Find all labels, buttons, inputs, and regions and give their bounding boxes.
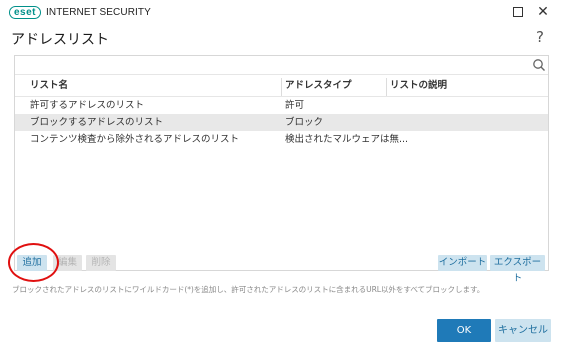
highlight-annotation-circle xyxy=(8,243,59,282)
column-header-list-name[interactable]: リスト名 xyxy=(30,76,68,96)
column-divider[interactable] xyxy=(386,78,387,96)
row-list-name: コンテンツ検査から除外されるアドレスのリスト xyxy=(30,134,240,145)
export-button[interactable]: エクスポート xyxy=(490,255,545,284)
cancel-button[interactable]: キャンセル xyxy=(495,319,551,342)
row-list-name: 許可するアドレスのリスト xyxy=(30,100,145,111)
address-list-panel: リスト名 アドレスタイプ リストの説明 許可するアドレスのリスト 許可 ブロック… xyxy=(14,55,549,271)
table-row[interactable]: 許可するアドレスのリスト 許可 xyxy=(15,97,548,114)
search-icon[interactable] xyxy=(532,58,546,72)
help-icon[interactable]: ? xyxy=(536,28,544,46)
row-address-type: ブロック xyxy=(285,117,324,128)
dialog-title: アドレスリスト xyxy=(11,32,109,48)
column-header-address-type[interactable]: アドレスタイプ xyxy=(285,76,352,96)
row-address-type: 許可 xyxy=(285,100,305,111)
table-body: 許可するアドレスのリスト 許可 ブロックするアドレスのリスト ブロック コンテン… xyxy=(15,97,548,148)
eset-logo: eset INTERNET SECURITY xyxy=(9,6,151,19)
delete-button[interactable]: 削除 xyxy=(86,255,116,271)
title-bar: eset INTERNET SECURITY ✕ xyxy=(0,0,564,24)
import-button[interactable]: インポート xyxy=(438,255,487,271)
table-row[interactable]: コンテンツ検査から除外されるアドレスのリスト 検出されたマルウェアは無... xyxy=(15,131,548,148)
eset-logo-badge: eset xyxy=(9,6,42,19)
column-header-list-description[interactable]: リストの説明 xyxy=(390,76,447,96)
row-address-type: 検出されたマルウェアは無... xyxy=(285,134,409,145)
maximize-icon[interactable] xyxy=(510,4,526,20)
search-bar[interactable] xyxy=(15,56,548,75)
info-text: ブロックされたアドレスのリストにワイルドカード(*)を追加し、許可されたアドレス… xyxy=(12,285,485,294)
close-icon[interactable]: ✕ xyxy=(535,4,551,20)
column-divider[interactable] xyxy=(281,78,282,96)
table-row-selected[interactable]: ブロックするアドレスのリスト ブロック xyxy=(15,114,548,131)
row-list-name: ブロックするアドレスのリスト xyxy=(30,117,164,128)
product-name: INTERNET SECURITY xyxy=(46,7,151,18)
ok-button[interactable]: OK xyxy=(437,319,491,342)
